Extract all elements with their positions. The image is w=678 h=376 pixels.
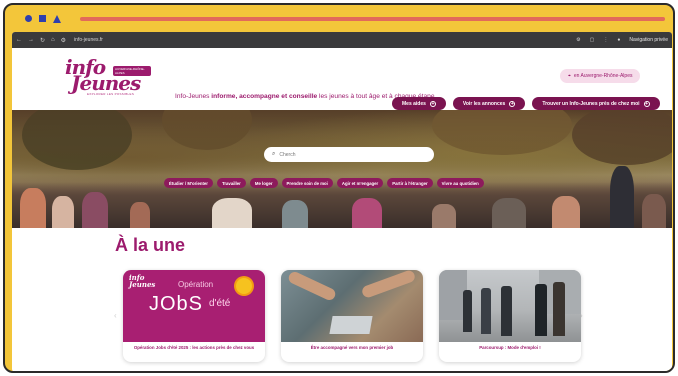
card-logo: info Jeunes	[129, 273, 156, 289]
card-ete-text: d'été	[209, 298, 231, 309]
square-icon	[39, 15, 46, 22]
carousel-prev-icon[interactable]: ‹	[114, 311, 117, 320]
forward-icon[interactable]: →	[28, 37, 34, 43]
image-arm	[286, 270, 338, 303]
news-card[interactable]: Être accompagné vers mon premier job	[281, 270, 423, 362]
search-placeholder: Cherch	[279, 151, 296, 158]
image-person	[553, 282, 565, 336]
card-op-text: Opération	[178, 280, 214, 289]
tab-icon[interactable]: ▢	[590, 37, 595, 43]
browser-window: ← → ↻ ⌂ ⚙ info-jeunes.fr ⚙ ▢ ⋮ ● Navigat…	[12, 32, 672, 371]
card-title[interactable]: Parcoursup : Mode d'emploi !	[445, 345, 575, 351]
hero-person	[492, 198, 526, 228]
hero-banner: ⌕ Cherch Étudier / M'orienter Travailler…	[12, 110, 672, 228]
home-icon[interactable]: ⌂	[51, 37, 55, 43]
hero-person	[282, 200, 308, 228]
outer-frame: ← → ↻ ⌂ ⚙ info-jeunes.fr ⚙ ▢ ⋮ ● Navigat…	[3, 3, 675, 373]
main-menu: Mes aides + Voir les annonces + Trouver …	[392, 97, 660, 110]
plus-icon: +	[429, 100, 436, 107]
address-bar[interactable]: info-jeunes.fr	[74, 37, 103, 43]
menu-trouver-info-jeunes[interactable]: Trouver un Info-Jeunes près de chez moi …	[532, 97, 660, 110]
chip-agir[interactable]: Agir et m'engager	[336, 178, 384, 188]
image-arm	[360, 270, 417, 300]
menu-icon[interactable]: ⋮	[603, 37, 608, 43]
chip-prendre-soin[interactable]: Prendre soin de moi	[281, 178, 333, 188]
hero-person	[52, 196, 74, 228]
private-browsing-label: Navigation privée	[629, 37, 668, 43]
card-title[interactable]: Être accompagné vers mon premier job	[287, 345, 417, 351]
hero-person	[642, 194, 666, 228]
card-image-students	[439, 270, 581, 342]
card-title[interactable]: Opération Jobs d'été 2025 : les actions …	[129, 345, 259, 351]
chip-partir[interactable]: Partir à l'étranger	[387, 178, 433, 188]
laptop-icon	[329, 316, 373, 334]
private-icon: ●	[617, 37, 621, 43]
extension-icon[interactable]: ⚙	[576, 37, 580, 43]
search-input[interactable]: ⌕ Cherch	[264, 147, 434, 162]
browser-toolbar: ← → ↻ ⌂ ⚙ info-jeunes.fr ⚙ ▢ ⋮ ● Navigat…	[12, 32, 672, 48]
card-image-hands	[281, 270, 423, 342]
plus-icon: +	[509, 100, 516, 107]
chip-etudier[interactable]: Étudier / M'orienter	[164, 178, 213, 188]
hero-crowd	[12, 166, 672, 228]
circle-icon	[25, 15, 32, 22]
hero-person	[432, 204, 456, 228]
image-person	[501, 286, 512, 336]
section-title-une: À la une	[115, 235, 186, 255]
hero-person	[610, 166, 634, 228]
site-logo[interactable]: info AUVERGNE-RHÔNE-ALPES Jeunes EXPLORE…	[65, 55, 151, 97]
chip-me-loger[interactable]: Me loger	[249, 178, 278, 188]
triangle-icon	[53, 14, 61, 23]
back-icon[interactable]: ←	[16, 37, 22, 43]
hero-person	[552, 196, 580, 228]
image-person	[481, 288, 491, 334]
theme-chips: Étudier / M'orienter Travailler Me loger…	[164, 178, 484, 188]
chip-travailler[interactable]: Travailler	[216, 178, 246, 188]
plus-icon: +	[643, 100, 650, 107]
region-selector[interactable]: ⌖ en Auvergne-Rhône-Alpes	[560, 69, 641, 83]
frame-accent-bar	[80, 17, 665, 21]
image-person	[463, 290, 472, 332]
search-icon: ⌕	[272, 151, 276, 157]
hero-person	[82, 192, 108, 228]
menu-voir-annonces[interactable]: Voir les annonces +	[452, 97, 526, 110]
hero-person	[130, 202, 150, 228]
image-person	[535, 284, 547, 336]
reload-icon[interactable]: ↻	[40, 37, 45, 44]
card-jobs-text: JObS	[149, 293, 204, 315]
hero-person	[212, 198, 252, 228]
menu-mes-aides[interactable]: Mes aides +	[392, 97, 446, 110]
logo-subtitle: EXPLORER LES POSSIBLES	[87, 92, 135, 96]
card-image-jobs: info Jeunes Opération JObS d'été	[123, 270, 265, 342]
site-info-icon[interactable]: ⚙	[61, 37, 66, 44]
news-card[interactable]: info Jeunes Opération JObS d'été Opérati…	[123, 270, 265, 362]
location-pin-icon: ⌖	[568, 73, 571, 79]
sun-icon	[236, 278, 252, 294]
news-card[interactable]: Parcoursup : Mode d'emploi !	[439, 270, 581, 362]
region-label: en Auvergne-Rhône-Alpes	[573, 73, 633, 79]
hero-person	[352, 198, 382, 228]
chip-vivre[interactable]: Vivre au quotidien	[436, 178, 484, 188]
hero-person	[20, 188, 46, 228]
